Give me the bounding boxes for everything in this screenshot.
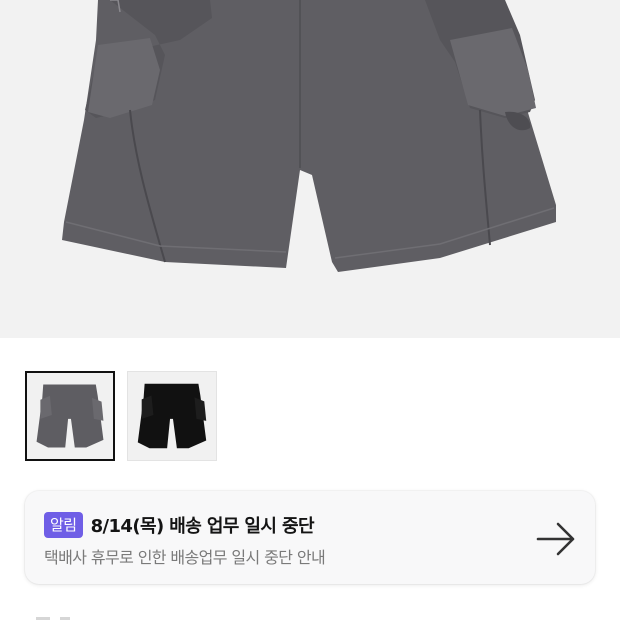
black-shorts-icon [137, 383, 207, 449]
black-shorts-thumbnail[interactable] [127, 371, 217, 461]
notice-header: 알림 8/14(목) 배송 업무 일시 중단 [44, 512, 315, 538]
grey-shorts-icon [36, 384, 104, 448]
notice-badge: 알림 [44, 512, 83, 538]
product-main-image [0, 0, 620, 338]
next-section-edge [36, 617, 70, 620]
arrow-right-icon[interactable] [536, 522, 576, 556]
shorts-photo [62, 0, 556, 272]
notice-subtitle: 택배사 휴무로 인한 배송업무 일시 중단 안내 [44, 548, 326, 567]
grey-shorts-thumbnail[interactable] [25, 371, 115, 461]
notice-title: 8/14(목) 배송 업무 일시 중단 [90, 516, 315, 537]
thumbnail-strip [25, 371, 217, 461]
notice-banner[interactable]: 알림 8/14(목) 배송 업무 일시 중단 택배사 휴무로 인한 배송업무 일… [25, 491, 595, 584]
